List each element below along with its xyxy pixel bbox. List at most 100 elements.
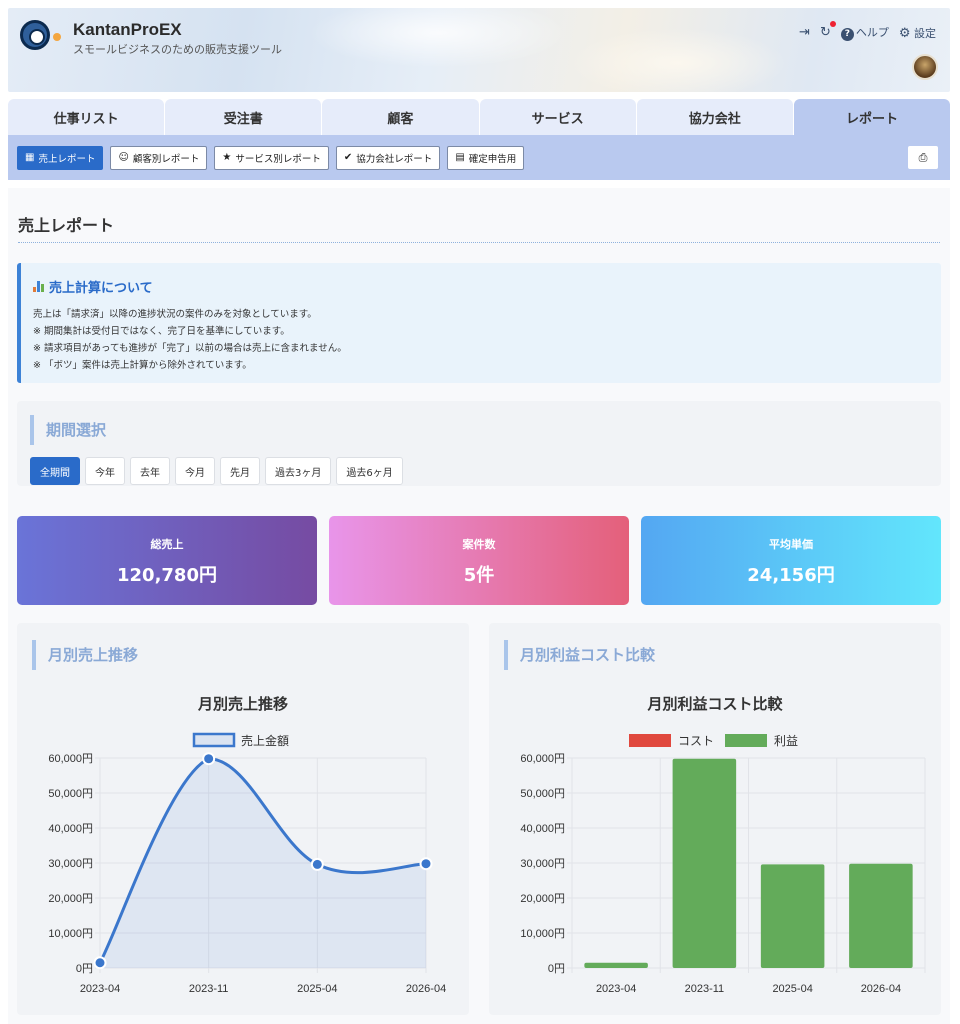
info-title-text: 売上計算について — [49, 281, 153, 296]
help-icon: ? — [840, 28, 854, 41]
logout-icon[interactable]: ⇥ — [799, 25, 810, 40]
period-this-year-button[interactable]: 今年 — [85, 457, 125, 485]
check-circle-icon: ✔ — [343, 152, 353, 163]
x-tick-label: 2025-04 — [297, 983, 337, 995]
legend-label: 利益 — [774, 734, 798, 748]
legend-label: コスト — [678, 734, 714, 748]
profit-bar — [849, 863, 913, 968]
legend-swatch — [192, 732, 236, 748]
subnav-service-report[interactable]: ★ サービス別レポート — [214, 145, 329, 170]
profit-bar — [584, 962, 648, 968]
legend-swatch-profit — [725, 734, 767, 747]
app-subtitle: スモールビジネスのための販売支援ツール — [73, 43, 282, 56]
stat-value: 120,780円 — [117, 565, 217, 586]
y-tick-label: 50,000円 — [48, 788, 93, 800]
data-point — [202, 752, 216, 766]
period-selector: 期間選択 全期間 今年 去年 今月 先月 過去3ヶ月 過去6ヶ月 — [17, 401, 941, 486]
info-line: ※ 請求項目があっても進捗が「完了」以前の場合は売上に含まれません。 — [33, 343, 347, 354]
y-tick-label: 30,000円 — [520, 858, 565, 870]
help-label: ヘルプ — [855, 26, 889, 39]
page-title: 売上レポート — [18, 216, 115, 235]
data-point — [419, 857, 433, 871]
gear-icon: ⚙ — [898, 25, 911, 41]
tab-orders[interactable]: 受注書 — [165, 99, 322, 135]
sales-trend-card: 月別売上推移 月別売上推移 売上金額 0円 10,000円 20,000円 30,000円… — [17, 623, 469, 1015]
avatar[interactable] — [912, 54, 938, 80]
y-tick-label: 60,000円 — [520, 753, 565, 765]
y-tick-label: 10,000円 — [48, 928, 93, 940]
info-line: ※ 「ボツ」案件は売上計算から除外されています。 — [33, 360, 252, 371]
info-title: 売上計算について — [33, 277, 929, 296]
stat-label: 総売上 — [150, 538, 184, 551]
period-last-month-button[interactable]: 先月 — [220, 457, 260, 485]
y-tick-label: 0円 — [548, 963, 565, 975]
header-background-cloud — [308, 8, 568, 68]
x-tick-label: 2025-04 — [772, 983, 812, 995]
stat-value: 24,156円 — [747, 565, 835, 586]
x-tick-label: 2023-11 — [189, 983, 229, 995]
star-icon: ★ — [222, 152, 232, 163]
subnav-label: サービス別レポート — [235, 153, 321, 165]
stat-label: 案件数 — [462, 538, 496, 551]
info-box: 売上計算について 売上は「請求済」以降の進捗状況の案件のみを対象としています。 … — [17, 263, 941, 383]
tab-partners[interactable]: 協力会社 — [636, 99, 793, 135]
tab-customers[interactable]: 顧客 — [322, 99, 479, 135]
sales-trend-chart: 月別売上推移売上金額 0円 10,000円 20,000円 30,000円 40,000円… — [48, 695, 446, 995]
legend-label: 売上金額 — [241, 733, 289, 748]
profit-bar — [760, 864, 825, 968]
subnav-customer-report[interactable]: ☺ 顧客別レポート — [110, 145, 208, 170]
total-sales-card: 総売上 120,780円 — [17, 516, 317, 605]
chart-title: 月別利益コスト比較 — [646, 695, 783, 713]
notification-dot — [829, 21, 836, 27]
legend-swatch-cost — [629, 734, 671, 747]
period-6-months-button[interactable]: 過去6ヶ月 — [336, 457, 403, 485]
info-line: ※ 期間集計は受付日ではなく、完了日を基準にしています。 — [33, 326, 290, 337]
period-title: 期間選択 — [30, 415, 106, 445]
data-point — [93, 956, 107, 970]
app-header: KantanProEX スモールビジネスのための販売支援ツール ⇥ ↻ ? ヘルプ… — [8, 8, 950, 92]
settings-label: 設定 — [914, 26, 936, 40]
y-tick-label: 60,000円 — [48, 753, 93, 765]
profit-bar — [672, 758, 737, 968]
settings-link[interactable]: ⚙ 設定 — [899, 25, 936, 41]
subnav-tax-filing[interactable]: ▤ 確定申告用 — [447, 145, 525, 170]
x-tick-label: 2026-04 — [406, 983, 446, 995]
tab-reports[interactable]: レポート — [793, 99, 951, 135]
x-tick-label: 2023-04 — [596, 983, 636, 995]
y-tick-label: 20,000円 — [48, 893, 93, 905]
period-last-year-button[interactable]: 去年 — [130, 457, 170, 485]
profit-cost-card: 月別利益コスト比較 月別利益コスト比較 コスト 利益 0円 10,000円 20,000円… — [489, 623, 941, 1015]
profit-cost-chart: 月別利益コスト比較コスト 利益 0円 10,000円 20,000円 30,000円 40,… — [520, 695, 926, 995]
main-tabs: 仕事リスト 受注書 顧客 サービス 協力会社 レポート — [8, 99, 951, 135]
period-buttons: 全期間 今年 去年 今月 先月 過去3ヶ月 過去6ヶ月 — [30, 457, 403, 485]
refresh-icon[interactable]: ↻ — [820, 21, 836, 40]
subnav-partner-report[interactable]: ✔ 協力会社レポート — [335, 145, 441, 170]
help-link[interactable]: ? ヘルプ — [840, 24, 889, 41]
subnav-label: 確定申告用 — [468, 153, 517, 165]
chart-title: 月別売上推移 — [197, 695, 288, 713]
report-subnav: ▦ 売上レポート ☺ 顧客別レポート ★ サービス別レポート ✔ 協力会社レポート ▤ 確… — [8, 135, 950, 180]
subnav-label: 売上レポート — [38, 153, 96, 165]
tab-services[interactable]: サービス — [479, 99, 636, 135]
deal-count-card: 案件数 5件 — [329, 516, 629, 605]
x-tick-label: 2023-04 — [80, 983, 120, 995]
x-tick-label: 2023-11 — [685, 983, 725, 995]
period-this-month-button[interactable]: 今月 — [175, 457, 215, 485]
y-tick-label: 20,000円 — [520, 893, 565, 905]
y-tick-label: 40,000円 — [520, 823, 565, 835]
bar-chart-icon — [33, 281, 44, 292]
tab-job-list[interactable]: 仕事リスト — [8, 99, 165, 135]
x-tick-label: 2026-04 — [861, 983, 901, 995]
app-logo-icon[interactable] — [20, 20, 61, 50]
period-3-months-button[interactable]: 過去3ヶ月 — [265, 457, 332, 485]
title-divider — [18, 242, 940, 243]
header-background-cloud — [568, 28, 788, 92]
top-actions: ⇥ ↻ ? ヘルプ ⚙ 設定 — [799, 21, 936, 41]
main-content: 売上レポート 売上計算について 売上は「請求済」以降の進捗状況の案件のみを対象と… — [8, 188, 950, 1024]
stat-value: 5件 — [463, 565, 495, 586]
print-button[interactable]: ⎙ — [908, 146, 938, 169]
period-all-button[interactable]: 全期間 — [30, 457, 80, 485]
subnav-sales-report[interactable]: ▦ 売上レポート — [17, 145, 104, 170]
user-icon: ☺ — [118, 152, 129, 163]
y-tick-label: 0円 — [76, 963, 93, 975]
